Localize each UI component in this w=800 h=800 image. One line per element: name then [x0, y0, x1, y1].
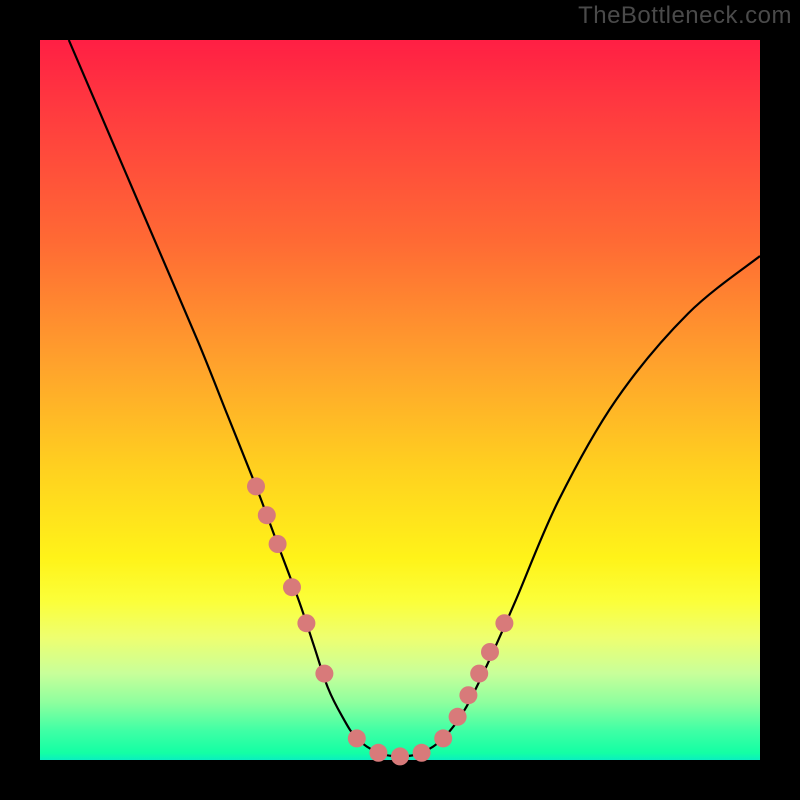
chart-svg	[40, 40, 760, 760]
marker-dot	[258, 506, 276, 524]
marker-dot	[315, 665, 333, 683]
marker-dot	[297, 614, 315, 632]
chart-frame: TheBottleneck.com	[0, 0, 800, 800]
plot-area	[40, 40, 760, 760]
marker-dot	[413, 744, 431, 762]
marker-dot	[434, 729, 452, 747]
marker-dot	[449, 708, 467, 726]
marker-dot	[247, 477, 265, 495]
marker-dot	[481, 643, 499, 661]
bottleneck-curve	[69, 40, 760, 756]
watermark-text: TheBottleneck.com	[578, 2, 792, 30]
marker-dot	[495, 614, 513, 632]
marker-dot	[269, 535, 287, 553]
marker-dot	[283, 578, 301, 596]
marker-dot	[470, 665, 488, 683]
highlight-markers	[247, 477, 513, 765]
marker-dot	[459, 686, 477, 704]
marker-dot	[348, 729, 366, 747]
marker-dot	[369, 744, 387, 762]
marker-dot	[391, 747, 409, 765]
